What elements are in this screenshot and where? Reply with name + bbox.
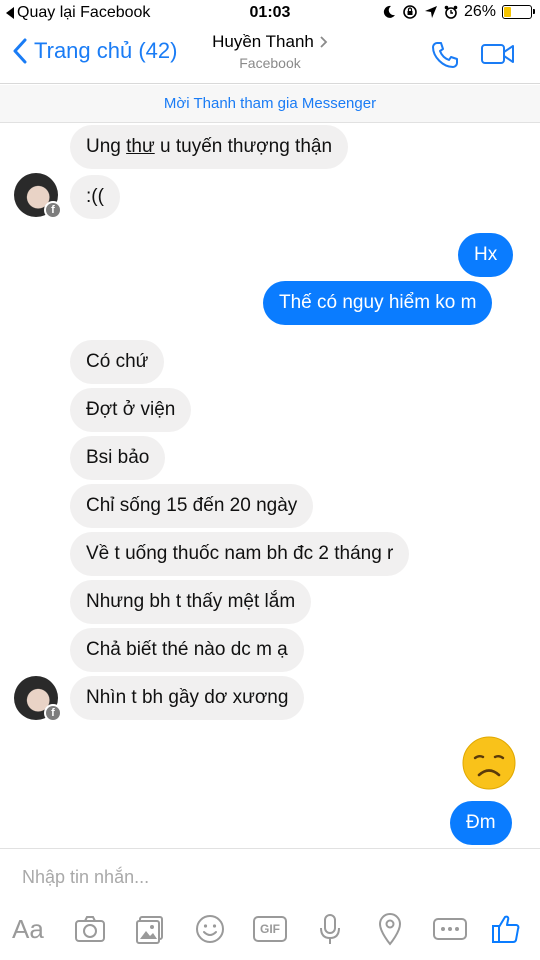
alarm-icon <box>444 5 458 19</box>
emoji-icon[interactable] <box>194 911 226 947</box>
message-input[interactable]: Nhập tin nhắn... <box>22 867 149 888</box>
message-incoming[interactable]: Nhưng bh t thấy mệt lắm <box>70 580 312 624</box>
facebook-badge-icon: f <box>44 201 62 219</box>
chevron-right-icon <box>320 36 328 48</box>
location-arrow-icon <box>424 6 437 18</box>
message-incoming[interactable]: Ung thư u tuyến thượng thận <box>70 125 349 169</box>
orientation-lock-icon <box>403 5 417 19</box>
text-format-icon[interactable]: Aa <box>12 911 44 947</box>
camera-icon[interactable] <box>74 911 106 947</box>
message-outgoing[interactable]: Đm <box>450 801 512 845</box>
invite-banner[interactable]: Mời Thanh tham gia Messenger <box>0 85 540 123</box>
message-incoming[interactable]: Chả biết thé nào dc m ạ <box>70 628 304 672</box>
status-bar: Quay lại Facebook 01:03 26% <box>0 0 540 26</box>
message-incoming[interactable]: Có chứ <box>70 340 165 384</box>
contact-avatar[interactable]: f <box>14 173 62 219</box>
status-icons: 26% <box>382 3 535 21</box>
battery-icon <box>502 5 535 19</box>
like-icon[interactable] <box>490 911 522 947</box>
message-incoming[interactable]: Chỉ sống 15 đến 20 ngày <box>70 484 314 528</box>
gif-label: GIF <box>260 922 280 936</box>
location-icon[interactable] <box>376 911 404 947</box>
moon-icon <box>383 5 395 18</box>
message-text-underlined: thư <box>126 136 155 157</box>
phone-icon[interactable] <box>430 40 460 70</box>
facebook-badge-icon: f <box>44 704 62 722</box>
message-incoming[interactable]: Bsi bảo <box>70 436 166 480</box>
message-outgoing[interactable]: Thế có nguy hiểm ko m <box>263 281 493 325</box>
message-outgoing[interactable]: Hx <box>458 233 514 277</box>
gallery-icon[interactable] <box>134 911 166 947</box>
message-incoming[interactable]: Nhìn t bh gầy dơ xương <box>70 676 305 720</box>
conversation-header: Trang chủ (42) Huyền Thanh Facebook <box>0 26 540 84</box>
message-text: Ung <box>86 136 127 157</box>
message-composer: Nhập tin nhắn... Aa GIF <box>0 848 540 960</box>
contact-avatar[interactable]: f <box>14 676 62 722</box>
message-incoming[interactable]: Đợt ở viện <box>70 388 192 432</box>
composer-toolbar: Aa GIF <box>0 911 540 951</box>
sad-face-emoji[interactable] <box>462 736 516 790</box>
contact-name: Huyền Thanh <box>212 32 314 51</box>
battery-percent: 26% <box>463 3 496 20</box>
video-camera-icon[interactable] <box>480 42 516 66</box>
gif-icon[interactable]: GIF <box>252 911 288 947</box>
message-incoming[interactable]: Về t uống thuốc nam bh đc 2 tháng r <box>70 532 410 576</box>
microphone-icon[interactable] <box>316 911 344 947</box>
message-incoming[interactable]: :(( <box>70 175 120 219</box>
more-icon[interactable] <box>432 911 468 947</box>
message-text: u tuyến thượng thận <box>154 136 333 157</box>
